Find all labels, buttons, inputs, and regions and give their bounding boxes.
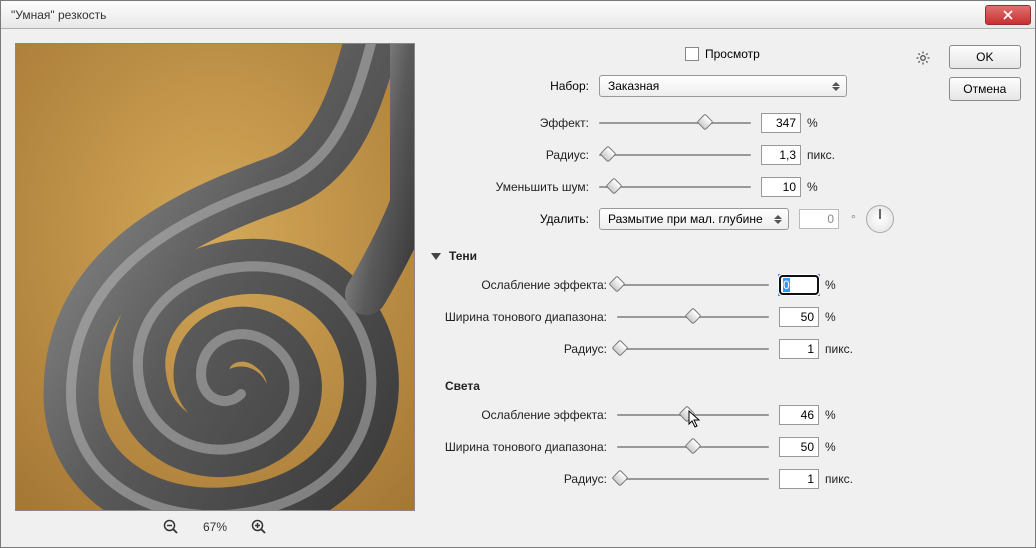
dialog-content: 67% Просмотр Набор: Заказная Эфф — [1, 29, 1035, 547]
hl-tonal-slider[interactable] — [617, 440, 769, 454]
zoom-out-icon[interactable] — [163, 519, 179, 535]
noise-input[interactable] — [761, 177, 801, 197]
hl-fade-input[interactable] — [779, 405, 819, 425]
sh-tonal-slider[interactable] — [617, 310, 769, 324]
window-title: "Умная" резкость — [11, 8, 985, 22]
hl-tonal-unit: % — [825, 440, 865, 454]
zoom-percent[interactable]: 67% — [203, 520, 227, 534]
cancel-button[interactable]: Отмена — [949, 77, 1021, 101]
zoom-bar: 67% — [163, 519, 267, 535]
preview-image[interactable] — [15, 43, 415, 511]
angle-unit: ° — [851, 212, 856, 226]
hl-fade-unit: % — [825, 408, 865, 422]
zoom-in-icon[interactable] — [251, 519, 267, 535]
set-dropdown[interactable]: Заказная — [599, 75, 847, 97]
angle-dial[interactable] — [866, 205, 894, 233]
hl-fade-slider[interactable] — [617, 408, 769, 422]
sh-radius-input[interactable] — [779, 339, 819, 359]
sh-radius-label: Радиус: — [431, 342, 617, 356]
button-column: OK Отмена — [949, 43, 1021, 537]
hl-radius-input[interactable] — [779, 469, 819, 489]
radius-unit: пикс. — [807, 148, 847, 162]
hl-radius-unit: пикс. — [825, 472, 865, 486]
remove-value: Размытие при мал. глубине — [608, 212, 763, 226]
controls-column: Просмотр Набор: Заказная Эффект: % — [431, 43, 898, 537]
hl-fade-label: Ослабление эффекта: — [431, 408, 617, 422]
amount-input[interactable] — [761, 113, 801, 133]
noise-unit: % — [807, 180, 847, 194]
remove-dropdown[interactable]: Размытие при мал. глубине — [599, 208, 789, 230]
angle-input[interactable] — [799, 209, 839, 229]
amount-slider[interactable] — [599, 116, 751, 130]
radius-slider[interactable] — [599, 148, 751, 162]
hl-radius-label: Радиус: — [431, 472, 617, 486]
preview-checkbox[interactable] — [685, 47, 699, 61]
highlights-title: Света — [445, 379, 480, 393]
noise-label: Уменьшить шум: — [431, 180, 599, 194]
remove-label: Удалить: — [431, 212, 599, 226]
shadows-header: Тени — [431, 249, 894, 263]
ok-button[interactable]: OK — [949, 45, 1021, 69]
sh-fade-unit: % — [825, 278, 865, 292]
sh-fade-slider[interactable] — [617, 278, 769, 292]
hl-tonal-label: Ширина тонового диапазона: — [431, 440, 617, 454]
smart-sharpen-dialog: "Умная" резкость — [0, 0, 1036, 548]
sh-tonal-input[interactable] — [779, 307, 819, 327]
noise-slider[interactable] — [599, 180, 751, 194]
sh-tonal-label: Ширина тонового диапазона: — [431, 310, 617, 324]
set-label: Набор: — [431, 79, 599, 93]
close-button[interactable] — [985, 5, 1031, 25]
hl-tonal-input[interactable] — [779, 437, 819, 457]
sh-radius-unit: пикс. — [825, 342, 865, 356]
set-value: Заказная — [608, 79, 659, 93]
amount-label: Эффект: — [431, 116, 599, 130]
amount-unit: % — [807, 116, 847, 130]
disclosure-icon[interactable] — [431, 253, 441, 260]
sh-radius-slider[interactable] — [617, 342, 769, 356]
sh-fade-label: Ослабление эффекта: — [431, 278, 617, 292]
title-bar: "Умная" резкость — [1, 1, 1035, 29]
hl-radius-slider[interactable] — [617, 472, 769, 486]
highlights-header: Света — [445, 379, 894, 393]
radius-input[interactable] — [761, 145, 801, 165]
sh-fade-input[interactable] — [779, 275, 819, 295]
gear-icon[interactable] — [916, 51, 930, 65]
sh-tonal-unit: % — [825, 310, 865, 324]
preview-column: 67% — [15, 43, 415, 537]
preview-label: Просмотр — [705, 47, 760, 61]
shadows-title: Тени — [449, 249, 477, 263]
radius-label: Радиус: — [431, 148, 599, 162]
